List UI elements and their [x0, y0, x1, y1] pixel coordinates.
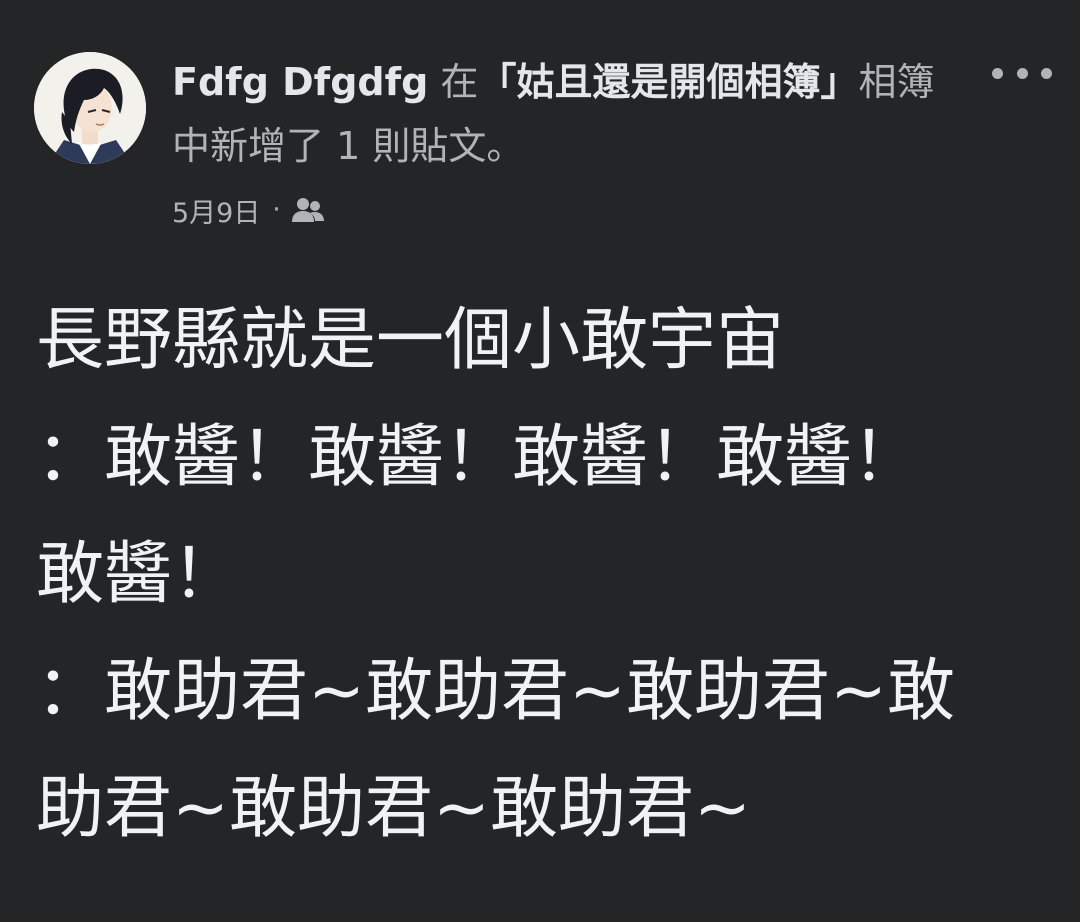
more-horizontal-icon — [992, 67, 1003, 79]
author-name[interactable]: Fdfg Dfgdfg — [172, 60, 428, 104]
avatar[interactable] — [34, 52, 146, 164]
friends-icon[interactable] — [291, 197, 325, 223]
post-body-line: 助君~敢助君~敢助君~ — [36, 769, 751, 848]
more-options-button[interactable] — [992, 58, 1052, 88]
post-date[interactable]: 5月9日 — [172, 191, 260, 230]
album-link[interactable]: 「姑且還是開個相簿」 — [478, 60, 858, 104]
avatar-illustration — [34, 52, 146, 164]
post-body-line: 敢醬！ — [36, 535, 241, 614]
post-body: 長野縣就是一個小敢宇宙 ：敢醬！敢醬！敢醬！敢醬！ 敢醬！ ：敢助君~敢助君~敢… — [36, 282, 1046, 867]
post-body-line: 長野縣就是一個小敢宇宙 — [36, 301, 785, 380]
post-card: Fdfg Dfgdfg 在「姑且還是開個相簿」相簿中新增了 1 則貼文。 5月9… — [0, 0, 1080, 922]
post-header: Fdfg Dfgdfg 在「姑且還是開個相簿」相簿中新增了 1 則貼文。 — [172, 50, 972, 178]
more-horizontal-icon — [1041, 67, 1052, 79]
more-horizontal-icon — [1016, 67, 1028, 79]
post-body-line: ：敢醬！敢醬！敢醬！敢醬！ — [36, 418, 921, 497]
action-prefix: 在 — [428, 60, 479, 104]
post-meta: 5月9日 · — [172, 190, 325, 230]
meta-separator: · — [272, 195, 281, 225]
post-body-line: ：敢助君~敢助君~敢助君~敢 — [36, 652, 955, 731]
